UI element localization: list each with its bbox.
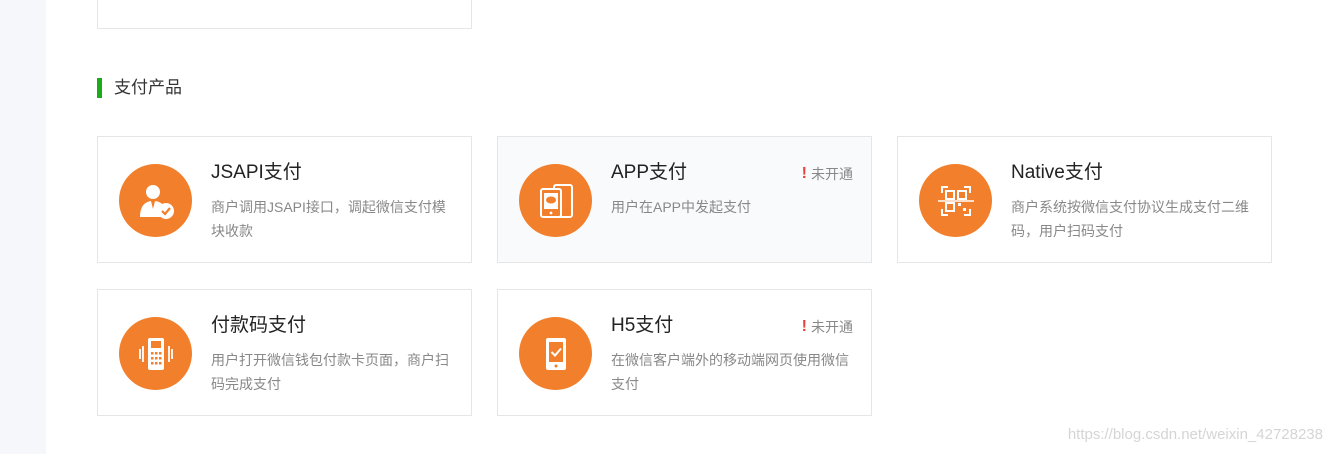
product-card-h5[interactable]: H5支付 在微信客户端外的移动端网页使用微信支付 ! 未开通 xyxy=(497,289,872,416)
product-description: 商户系统按微信支付协议生成支付二维码，用户扫码支付 xyxy=(1011,199,1249,239)
watermark: https://blog.csdn.net/weixin_42728238 xyxy=(1067,426,1323,443)
section-accent-bar xyxy=(97,78,102,98)
product-description: 在微信客户端外的移动端网页使用微信支付 xyxy=(611,352,849,392)
status-badge: ! 未开通 xyxy=(802,165,853,183)
product-title: APP支付 xyxy=(611,162,688,183)
product-title: 付款码支付 xyxy=(211,315,307,336)
product-card-native[interactable]: Native支付 商户系统按微信支付协议生成支付二维码，用户扫码支付 xyxy=(897,136,1272,263)
product-card-payment-code[interactable]: 付款码支付 用户打开微信钱包付款卡页面，商户扫码完成支付 xyxy=(97,289,472,416)
product-card-app[interactable]: APP支付 用户在APP中发起支付 ! 未开通 xyxy=(497,136,872,263)
product-description: 商户调用JSAPI接口，调起微信支付模块收款 xyxy=(211,199,446,239)
warning-icon: ! xyxy=(801,318,807,335)
product-title: H5支付 xyxy=(611,315,674,336)
section-header: 支付产品 xyxy=(97,78,182,98)
mobile-app-icon xyxy=(519,164,592,237)
status-text: 未开通 xyxy=(811,319,853,335)
status-text: 未开通 xyxy=(811,166,853,182)
product-title: JSAPI支付 xyxy=(211,162,302,183)
product-description: 用户打开微信钱包付款卡页面，商户扫码完成支付 xyxy=(211,352,449,392)
status-badge: ! 未开通 xyxy=(802,318,853,336)
warning-icon: ! xyxy=(801,165,807,182)
section-title: 支付产品 xyxy=(114,78,182,97)
qr-scan-icon xyxy=(919,164,992,237)
product-title: Native支付 xyxy=(1011,162,1103,183)
previous-product-card[interactable] xyxy=(97,0,472,29)
product-card-jsapi[interactable]: JSAPI支付 商户调用JSAPI接口，调起微信支付模块收款 xyxy=(97,136,472,263)
user-check-icon xyxy=(119,164,192,237)
product-description: 用户在APP中发起支付 xyxy=(611,199,752,215)
pos-terminal-icon xyxy=(119,317,192,390)
left-sidebar-strip xyxy=(0,0,46,454)
phone-check-icon xyxy=(519,317,592,390)
